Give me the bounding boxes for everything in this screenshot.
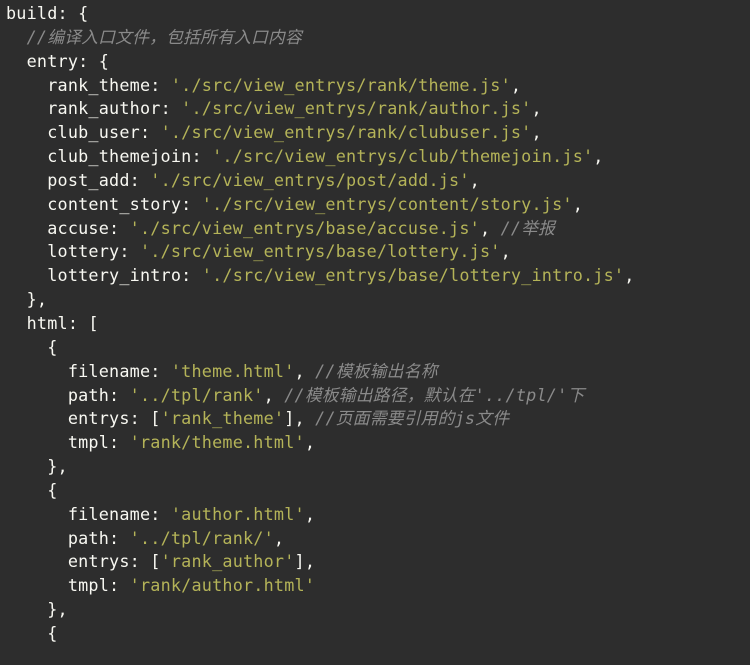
code-comment: //编译入口文件，包括所有入口内容: [27, 27, 302, 47]
code-string: './src/view_entrys/base/lottery_intro.js…: [202, 265, 624, 285]
code-string: 'rank/theme.html': [130, 432, 305, 452]
code-string: 'rank/author.html': [130, 575, 315, 595]
code-token: path: [68, 385, 109, 405]
code-comment: //页面需要引用的js文件: [315, 408, 509, 428]
code-string: '../tpl/rank': [130, 385, 264, 405]
code-token: entrys: [68, 408, 130, 428]
code-string: './src/view_entrys/content/story.js': [202, 194, 573, 214]
code-string: './src/view_entrys/club/themejoin.js': [212, 146, 593, 166]
code-string: './src/view_entrys/post/add.js': [150, 170, 469, 190]
code-string: './src/view_entrys/base/lottery.js': [140, 241, 501, 261]
code-string: './src/view_entrys/rank/author.js': [181, 98, 531, 118]
code-token: accuse: [47, 218, 109, 238]
code-token: rank_author: [47, 98, 160, 118]
code-token: club_user: [47, 122, 140, 142]
code-token: tmpl: [68, 575, 109, 595]
code-token: lottery: [47, 241, 119, 261]
code-string: './src/view_entrys/base/accuse.js': [130, 218, 480, 238]
code-token: tmpl: [68, 432, 109, 452]
code-token: entrys: [68, 551, 130, 571]
code-string: './src/view_entrys/rank/theme.js': [171, 75, 511, 95]
code-string: 'rank_theme': [161, 408, 285, 428]
code-token: filename: [68, 361, 150, 381]
code-comment: //举报: [501, 218, 556, 238]
code-token: club_themejoin: [47, 146, 191, 166]
code-token: content_story: [47, 194, 181, 214]
code-token: post_add: [47, 170, 129, 190]
code-token: filename: [68, 504, 150, 524]
code-comment: //模板输出名称: [315, 361, 438, 381]
code-token: path: [68, 528, 109, 548]
code-comment: //模板输出路径，默认在'../tpl/'下: [284, 385, 584, 405]
code-string: 'theme.html': [171, 361, 295, 381]
code-editor-content: build: { //编译入口文件，包括所有入口内容 entry: { rank…: [0, 0, 750, 646]
code-token: entry: [27, 51, 79, 71]
code-string: '../tpl/rank/': [130, 528, 274, 548]
code-token: rank_theme: [47, 75, 150, 95]
code-string: './src/view_entrys/rank/clubuser.js': [161, 122, 532, 142]
code-token: lottery_intro: [47, 265, 181, 285]
code-token: build: [6, 3, 58, 23]
code-string: 'author.html': [171, 504, 305, 524]
code-string: 'rank_author': [161, 551, 295, 571]
code-token: html: [27, 313, 68, 333]
